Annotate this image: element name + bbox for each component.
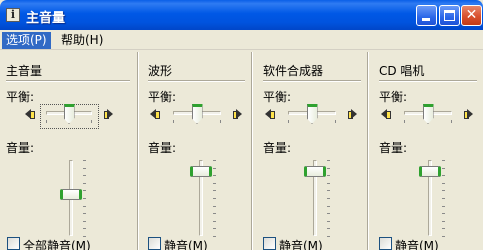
- volume-tick: [442, 236, 445, 237]
- menu-bar: 选项(P) 帮助(H): [0, 30, 483, 50]
- volume-tick: [83, 160, 86, 161]
- volume-tick: [327, 175, 330, 176]
- channel-rule: [6, 80, 130, 82]
- volume-tick: [327, 213, 330, 214]
- menu-help[interactable]: 帮助(H): [57, 32, 107, 49]
- mute-all-checkbox[interactable]: [7, 237, 20, 250]
- volume-tick: [442, 221, 445, 222]
- balance-label: 平衡:: [148, 90, 177, 104]
- balance-label: 平衡:: [6, 90, 35, 104]
- volume-tick: [213, 206, 216, 207]
- maximize-button[interactable]: [439, 5, 460, 26]
- volume-tick: [213, 183, 216, 184]
- channel-name: 波形: [148, 64, 173, 78]
- volume-tick: [442, 206, 445, 207]
- volume-tick: [327, 190, 330, 191]
- volume-label: 音量:: [263, 141, 292, 155]
- volume-tick: [442, 160, 445, 161]
- maximize-icon: [444, 10, 455, 21]
- volume-tick: [83, 183, 86, 184]
- volume-tick: [442, 168, 445, 169]
- speaker-left-icon: [265, 108, 275, 120]
- speaker-left-icon: [381, 108, 391, 120]
- volume-tick: [442, 198, 445, 199]
- mute-label[interactable]: 静音(M): [395, 237, 439, 250]
- channel-master: 主音量 平衡: 音量: 全部静音(M): [0, 52, 137, 250]
- volume-tick: [327, 228, 330, 229]
- volume-label: 音量:: [6, 141, 35, 155]
- volume-tick: [327, 206, 330, 207]
- mute-all-label[interactable]: 全部静音(M): [23, 237, 91, 250]
- speaker-right-icon: [104, 108, 113, 120]
- channel-name: 软件合成器: [263, 64, 324, 78]
- volume-label: 音量:: [379, 141, 408, 155]
- channel-wave: 波形 平衡: 音量: 静音(M): [139, 52, 251, 250]
- balance-label: 平衡:: [263, 90, 292, 104]
- minimize-icon: [422, 18, 430, 21]
- volume-tick: [442, 183, 445, 184]
- volume-tick: [327, 221, 330, 222]
- volume-tick: [327, 160, 330, 161]
- mute-checkbox[interactable]: [379, 237, 392, 250]
- volume-tick: [327, 183, 330, 184]
- volume-tick: [213, 168, 216, 169]
- volume-tick: [442, 213, 445, 214]
- volume-tick: [213, 213, 216, 214]
- speaker-left-icon: [150, 108, 160, 120]
- mute-checkbox[interactable]: [148, 237, 161, 250]
- minimize-button[interactable]: [416, 5, 437, 26]
- volume-app-icon[interactable]: i: [6, 8, 20, 22]
- volume-tick: [442, 190, 445, 191]
- volume-slider-thumb[interactable]: [60, 188, 82, 200]
- volume-tick: [213, 198, 216, 199]
- close-button[interactable]: ✕: [461, 5, 482, 26]
- volume-tick: [83, 175, 86, 176]
- channel-name: 主音量: [6, 64, 43, 78]
- channel-name: CD 唱机: [379, 64, 425, 78]
- window-title: 主音量: [26, 11, 66, 26]
- volume-tick: [83, 168, 86, 169]
- volume-tick: [83, 228, 86, 229]
- channel-rule: [379, 80, 477, 82]
- volume-tick: [327, 168, 330, 169]
- volume-tick: [213, 236, 216, 237]
- mute-label[interactable]: 静音(M): [164, 237, 208, 250]
- volume-tick: [213, 228, 216, 229]
- volume-tick: [83, 221, 86, 222]
- balance-label: 平衡:: [379, 90, 408, 104]
- speaker-right-icon: [348, 108, 357, 120]
- volume-tick: [83, 206, 86, 207]
- volume-tick: [83, 190, 86, 191]
- channel-rule: [148, 80, 245, 82]
- mute-checkbox[interactable]: [263, 237, 276, 250]
- volume-slider-thumb[interactable]: [419, 165, 441, 177]
- channel-rule: [263, 80, 361, 82]
- volume-tick: [83, 198, 86, 199]
- volume-slider-thumb[interactable]: [190, 165, 212, 177]
- speaker-left-icon: [25, 108, 35, 120]
- title-bar[interactable]: i 主音量 ✕: [0, 0, 483, 30]
- volume-tick: [442, 228, 445, 229]
- volume-tick: [213, 175, 216, 176]
- volume-tick: [327, 198, 330, 199]
- volume-tick: [83, 213, 86, 214]
- speaker-right-icon: [464, 108, 473, 120]
- close-icon: ✕: [465, 7, 478, 23]
- mute-label[interactable]: 静音(M): [279, 237, 323, 250]
- menu-options[interactable]: 选项(P): [2, 32, 51, 49]
- volume-tick: [213, 221, 216, 222]
- volume-tick: [213, 190, 216, 191]
- channel-cd: CD 唱机 平衡: 音量: 静音(M): [369, 52, 483, 250]
- channel-synth: 软件合成器 平衡: 音量: 静音(M): [253, 52, 367, 250]
- volume-tick: [327, 236, 330, 237]
- volume-slider-thumb[interactable]: [304, 165, 326, 177]
- volume-label: 音量:: [148, 141, 177, 155]
- volume-tick: [442, 175, 445, 176]
- speaker-right-icon: [233, 108, 242, 120]
- volume-tick: [213, 160, 216, 161]
